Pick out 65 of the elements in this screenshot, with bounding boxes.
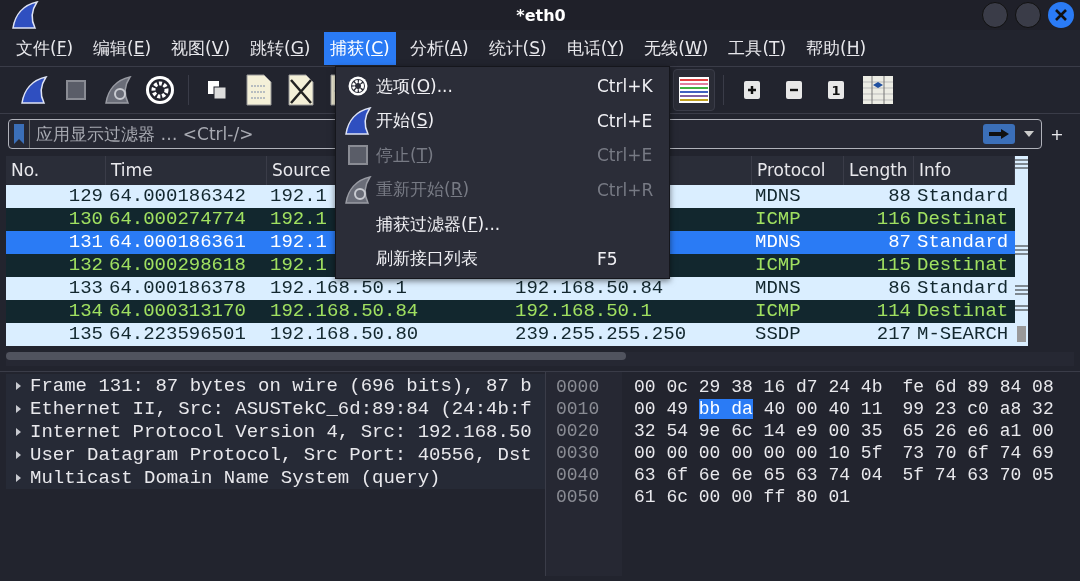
hex-bytes: 63 6f 6e 6e 65 63 74 04 — [634, 465, 883, 485]
table-cell-text: 192.168.50.1 — [514, 300, 653, 323]
table-cell-text: 114 — [875, 300, 912, 323]
table-cell-text: M-SEARCH — [916, 323, 1010, 346]
hex-bytes: 61 6c 00 00 ff 80 01 — [634, 487, 851, 507]
window-title: *eth0 — [516, 5, 566, 25]
table-cell-text: 88 — [887, 185, 912, 208]
hex-bytes: 00 00 00 00 00 00 10 5f — [634, 443, 883, 463]
hex-bytes: bb da — [698, 399, 753, 419]
table-cell-text: 192.1 — [269, 185, 328, 208]
table-cell-text: 130 — [67, 208, 104, 231]
table-cell-text: 115 — [875, 254, 912, 277]
hex-bytes: 00 0c 29 38 16 d7 24 4b — [634, 377, 883, 397]
hex-offset: 0050 — [556, 486, 601, 508]
hex-bytes: 5f 74 63 70 05 — [902, 465, 1054, 485]
table-cell-text: 192.1 — [269, 208, 328, 231]
table-cell-text: Standard — [916, 277, 1010, 300]
table-cell-text: 192.1 — [269, 231, 328, 254]
table-cell-text: 87 — [887, 231, 912, 254]
table-cell-text: ICMP — [754, 300, 802, 323]
table-cell-text: MDNS — [754, 231, 802, 254]
table-cell-text: ICMP — [754, 254, 802, 277]
table-cell-text: 132 — [67, 254, 104, 277]
table-cell-text: 192.168.50.1 — [269, 277, 408, 300]
hex-bytes: 65 26 e6 a1 00 — [902, 421, 1054, 441]
hex-bytes: 73 70 6f 74 69 — [902, 443, 1054, 463]
table-cell-text: MDNS — [754, 277, 802, 300]
table-cell-text: 129 — [67, 185, 104, 208]
table-cell-text: 192.1 — [269, 254, 328, 277]
table-cell-text: 64.000186378 — [108, 277, 247, 300]
table-cell-text: Standard — [916, 231, 1010, 254]
hex-offset: 0000 — [556, 376, 601, 398]
hex-bytes: 32 54 9e 6c 14 e9 00 35 — [634, 421, 883, 441]
hex-offset: 0040 — [556, 464, 601, 486]
hex-offset: 0020 — [556, 420, 601, 442]
table-cell-text: 192.168.50.84 — [269, 300, 420, 323]
hex-bytes: fe 6d 89 84 08 — [902, 377, 1054, 397]
table-cell-text: ICMP — [754, 208, 802, 231]
table-cell-text: MDNS — [754, 185, 802, 208]
table-cell-text: 64.000186361 — [108, 231, 247, 254]
table-cell-text: Destinat — [916, 300, 1010, 323]
table-cell-text: 131 — [67, 231, 104, 254]
table-cell-text: Standard — [916, 185, 1010, 208]
table-cell-text: 86 — [887, 277, 912, 300]
table-cell-text: 192.168.50.84 — [514, 277, 665, 300]
table-cell-text: Destinat — [916, 208, 1010, 231]
table-cell-text: SSDP — [754, 323, 802, 346]
hex-offset: 0010 — [556, 398, 601, 420]
table-cell-text: 64.000186342 — [108, 185, 247, 208]
hex-bytes: 00 49 — [634, 399, 688, 419]
table-cell-text: 134 — [67, 300, 104, 323]
table-cell-text: 64.000298618 — [108, 254, 247, 277]
hex-bytes: 40 00 40 11 — [763, 399, 883, 419]
hex-offset: 0030 — [556, 442, 601, 464]
table-cell-text: 64.000313170 — [108, 300, 247, 323]
table-cell-text: 116 — [875, 208, 912, 231]
hex-bytes: 99 23 c0 a8 32 — [902, 399, 1054, 419]
table-cell-text: 133 — [67, 277, 104, 300]
table-cell-text: 217 — [875, 323, 912, 346]
table-cell-text: 192.168.50.80 — [269, 323, 420, 346]
table-cell-text: Destinat — [916, 254, 1010, 277]
table-cell-text: 64.000274774 — [108, 208, 247, 231]
table-cell-text: 135 — [67, 323, 104, 346]
table-cell-text: 239.255.255.250 — [514, 323, 688, 346]
table-cell-text: 64.223596501 — [108, 323, 247, 346]
